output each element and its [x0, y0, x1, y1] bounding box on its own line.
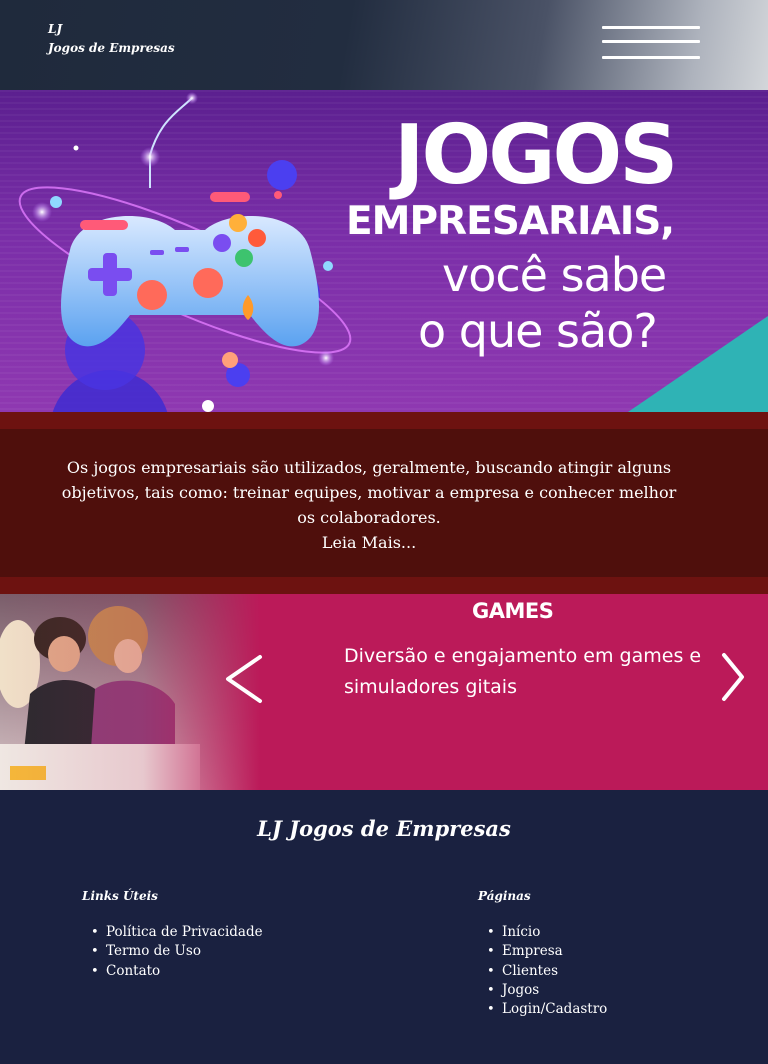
hero-question-line-2: o que são? — [418, 304, 658, 358]
brand-line-2: Jogos de Empresas — [48, 41, 175, 55]
footer-link-contact[interactable]: Contato — [82, 962, 263, 982]
carousel-title: GAMES — [472, 599, 554, 623]
footer-link-terms[interactable]: Termo de Uso — [82, 942, 263, 962]
games-carousel: GAMES Diversão e engajamento em games e … — [0, 594, 768, 790]
pages-column: Páginas Início Empresa Clientes Jogos Lo… — [478, 889, 607, 1020]
hero-banner: JOGOS EMPRESARIAIS, você sabe o que são? — [0, 90, 768, 412]
site-footer: LJ Jogos de Empresas Links Úteis Polític… — [0, 790, 768, 1064]
intro-text-block: Os jogos empresariais são utilizados, ge… — [60, 455, 678, 555]
useful-links-column: Links Úteis Política de Privacidade Term… — [82, 889, 263, 981]
pages-heading: Páginas — [478, 889, 531, 903]
intro-paragraph: Os jogos empresariais são utilizados, ge… — [61, 458, 677, 527]
brand-logo[interactable]: LJ Jogos de Empresas — [48, 20, 175, 58]
read-more-link[interactable]: Leia Mais... — [60, 530, 678, 555]
useful-links-heading: Links Úteis — [82, 889, 158, 903]
hero-subtitle: EMPRESARIAIS, — [346, 199, 675, 244]
chevron-left-icon[interactable] — [222, 651, 270, 707]
footer-title: LJ Jogos de Empresas — [257, 816, 511, 841]
footer-page-clients[interactable]: Clientes — [478, 962, 607, 982]
hamburger-menu-icon[interactable] — [602, 26, 700, 62]
hero-question-line-1: você sabe — [442, 248, 667, 302]
footer-page-login[interactable]: Login/Cadastro — [478, 1000, 607, 1020]
team-photo — [0, 594, 260, 790]
footer-page-games[interactable]: Jogos — [478, 981, 607, 1001]
carousel-text: Diversão e engajamento em games e simula… — [344, 645, 702, 698]
footer-link-privacy[interactable]: Política de Privacidade — [82, 923, 263, 943]
brand-line-1: LJ — [48, 22, 63, 36]
gamepad-icon — [18, 92, 352, 412]
footer-page-company[interactable]: Empresa — [478, 942, 607, 962]
intro-section: Os jogos empresariais são utilizados, ge… — [0, 412, 768, 594]
hero-title: JOGOS — [394, 108, 678, 203]
chevron-right-icon[interactable] — [714, 649, 762, 705]
site-header: LJ Jogos de Empresas — [0, 0, 768, 90]
footer-page-home[interactable]: Início — [478, 923, 607, 943]
